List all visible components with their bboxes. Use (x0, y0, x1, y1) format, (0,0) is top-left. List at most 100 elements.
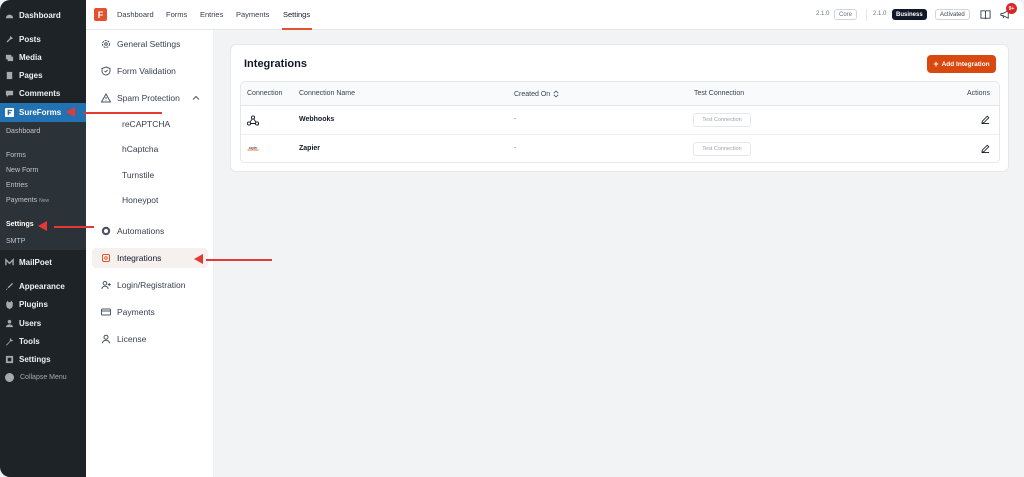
pages-icon (5, 71, 14, 80)
submenu-payments[interactable]: Payments New (6, 197, 49, 204)
annotation-arrow-line (84, 112, 162, 114)
spam-child-hcaptcha[interactable]: hCaptcha (122, 144, 158, 154)
settings-nav-license[interactable]: License (92, 329, 208, 349)
top-bar: F Dashboard Forms Entries Payments Setti… (86, 0, 1024, 30)
collapse-icon (5, 373, 14, 382)
warning-icon (101, 93, 111, 103)
user-icon (101, 334, 111, 344)
wp-menu-label: Dashboard (19, 10, 61, 20)
settings-nav-label: Spam Protection (117, 93, 180, 103)
submenu-new-form[interactable]: New Form (6, 167, 38, 174)
spam-child-honeypot[interactable]: Honeypot (122, 195, 158, 205)
spam-child-turnstile[interactable]: Turnstile (122, 170, 154, 180)
integrations-table: Connection Connection Name Created On Te… (240, 81, 1000, 163)
wp-menu-comments[interactable]: Comments (0, 84, 86, 102)
wrench-icon (5, 337, 14, 346)
chevron-up-icon[interactable] (192, 94, 200, 102)
wp-menu-dashboard[interactable]: Dashboard (0, 6, 86, 24)
integrations-card: Integrations + Add Integration Connectio… (230, 44, 1009, 172)
col-connection-name: Connection Name (299, 90, 356, 97)
wp-menu-settings[interactable]: Settings (0, 350, 86, 368)
wp-menu-users[interactable]: Users (0, 314, 86, 332)
card-icon (101, 307, 111, 317)
settings-nav-validation[interactable]: Form Validation (92, 61, 208, 81)
settings-nav-payments[interactable]: Payments (92, 302, 208, 322)
annotation-arrow-line (206, 259, 272, 261)
table-row: zapier Zapier - Test Connection (241, 135, 999, 162)
col-created-on-label: Created On (514, 90, 551, 98)
webhook-icon (247, 115, 259, 126)
wp-menu-appearance[interactable]: Appearance (0, 277, 86, 295)
wp-menu-mailpoet[interactable]: MailPoet (0, 253, 86, 271)
book-icon[interactable] (980, 9, 991, 20)
settings-nav-label: Payments (117, 307, 155, 317)
edit-icon[interactable] (981, 144, 990, 153)
wp-menu-posts[interactable]: Posts (0, 30, 86, 48)
annotation-arrow-head (38, 221, 47, 231)
wp-admin-sidebar: Dashboard Posts Media Pages Comments Sur… (0, 0, 86, 477)
collapse-menu[interactable]: Collapse Menu (5, 373, 67, 382)
activated-badge: Activated (935, 9, 970, 20)
col-connection: Connection (247, 90, 283, 97)
active-tab-indicator (282, 28, 312, 30)
nav-payments[interactable]: Payments (236, 10, 269, 19)
submenu-smtp[interactable]: SMTP (6, 238, 25, 245)
wp-menu-pages[interactable]: Pages (0, 66, 86, 84)
media-icon (5, 53, 14, 62)
wp-menu-media[interactable]: Media (0, 48, 86, 66)
nav-settings[interactable]: Settings (283, 10, 310, 19)
wp-menu-plugins[interactable]: Plugins (0, 295, 86, 313)
test-connection-button[interactable]: Test Connection (693, 113, 751, 127)
plugin-icon (5, 300, 14, 309)
settings-nav-general[interactable]: General Settings (92, 34, 208, 54)
user-plus-icon (101, 280, 111, 290)
table-row: Webhooks - Test Connection (241, 106, 999, 135)
submenu-entries[interactable]: Entries (6, 182, 28, 189)
users-icon (5, 319, 14, 328)
integration-icon (101, 253, 111, 263)
wp-menu-label: Pages (19, 70, 43, 80)
settings-nav-automations[interactable]: Automations (92, 221, 208, 241)
collapse-label: Collapse Menu (20, 374, 67, 381)
created-on: - (514, 116, 517, 123)
sureforms-logo[interactable]: F (94, 8, 107, 21)
test-connection-button[interactable]: Test Connection (693, 142, 751, 156)
settings-nav-label: License (117, 334, 147, 344)
col-test-connection: Test Connection (694, 90, 745, 97)
shield-icon (101, 66, 111, 76)
plus-icon: + (933, 59, 939, 69)
edit-icon[interactable] (981, 115, 990, 124)
col-created-on[interactable]: Created On (514, 90, 559, 98)
settings-nav-login[interactable]: Login/Registration (92, 275, 208, 295)
settings-nav-label: General Settings (117, 39, 181, 49)
automation-icon (101, 226, 111, 236)
sureforms-icon (5, 108, 14, 117)
submenu-dashboard[interactable]: Dashboard (6, 128, 40, 135)
submenu-settings[interactable]: Settings (6, 221, 34, 228)
wp-menu-tools[interactable]: Tools (0, 332, 86, 350)
wp-menu-label: Plugins (19, 299, 48, 309)
submenu-payments-label: Payments (6, 197, 38, 204)
zapier-icon: zapier (247, 146, 259, 151)
wp-menu-label: Posts (19, 34, 41, 44)
settings-nav-integrations[interactable]: Integrations (92, 248, 208, 268)
add-integration-label: Add Integration (941, 60, 990, 68)
nav-forms[interactable]: Forms (166, 10, 187, 19)
settings-nav-label: Automations (117, 226, 165, 236)
annotation-arrow-line (54, 226, 94, 228)
connection-name: Zapier (299, 145, 321, 152)
wp-menu-label: Media (19, 52, 42, 62)
nav-entries[interactable]: Entries (200, 10, 223, 19)
wp-menu-label: Users (19, 318, 42, 328)
wp-menu-label: Appearance (19, 281, 65, 291)
core-badge: Core (834, 9, 858, 20)
wp-menu-label: MailPoet (19, 257, 52, 267)
wp-menu-label: SureForms (19, 108, 62, 117)
add-integration-button[interactable]: + Add Integration (927, 55, 996, 73)
mailpoet-icon (5, 257, 14, 267)
nav-dashboard[interactable]: Dashboard (117, 10, 154, 19)
connection-name: Webhooks (299, 116, 335, 123)
settings-nav-spam[interactable]: Spam Protection (92, 88, 208, 108)
spam-child-recaptcha[interactable]: reCAPTCHA (122, 119, 170, 129)
submenu-forms[interactable]: Forms (6, 152, 26, 159)
